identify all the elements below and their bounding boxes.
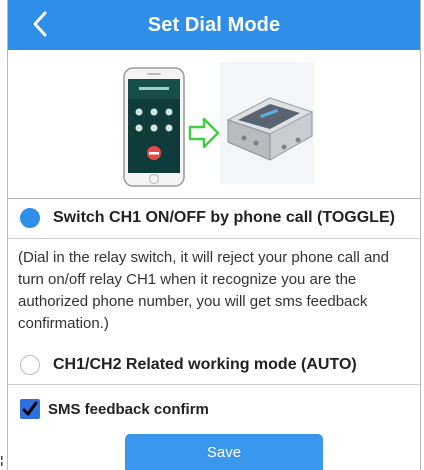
- toggle-mode-description: (Dial in the relay switch, it will rejec…: [18, 249, 389, 332]
- divider: [8, 238, 420, 239]
- mode-option-auto[interactable]: CH1/CH2 Related working mode (AUTO): [8, 347, 420, 383]
- chevron-left-icon: [33, 11, 47, 37]
- checkbox-checked-icon[interactable]: [20, 399, 40, 419]
- arrow-right-outline-icon: [188, 117, 220, 149]
- radio-unchecked-icon[interactable]: [20, 355, 40, 375]
- page-title: Set Dial Mode: [147, 13, 281, 36]
- mode-option-toggle[interactable]: Switch CH1 ON/OFF by phone call (TOGGLE): [8, 198, 420, 238]
- mode-option-label: CH1/CH2 Related working mode (AUTO): [53, 356, 357, 373]
- dial-mode-illustration: [8, 50, 420, 199]
- divider: [8, 384, 420, 385]
- save-button[interactable]: Save: [125, 434, 323, 470]
- sms-feedback-checkbox-row[interactable]: SMS feedback confirm: [8, 395, 420, 423]
- sms-feedback-label: SMS feedback confirm: [48, 400, 209, 418]
- mode-option-label: Switch CH1 ON/OFF by phone call (TOGGLE): [53, 209, 395, 226]
- back-button[interactable]: [26, 6, 54, 42]
- header-bar: Set Dial Mode: [8, 0, 420, 50]
- relay-box-icon: [220, 62, 314, 184]
- smartphone-icon: [123, 67, 185, 187]
- radio-checked-icon[interactable]: [20, 208, 40, 228]
- edge-marker-icon: [1, 456, 3, 466]
- screen: Set Dial Mode Switch CH1 ON/OFF by phone…: [7, 0, 421, 470]
